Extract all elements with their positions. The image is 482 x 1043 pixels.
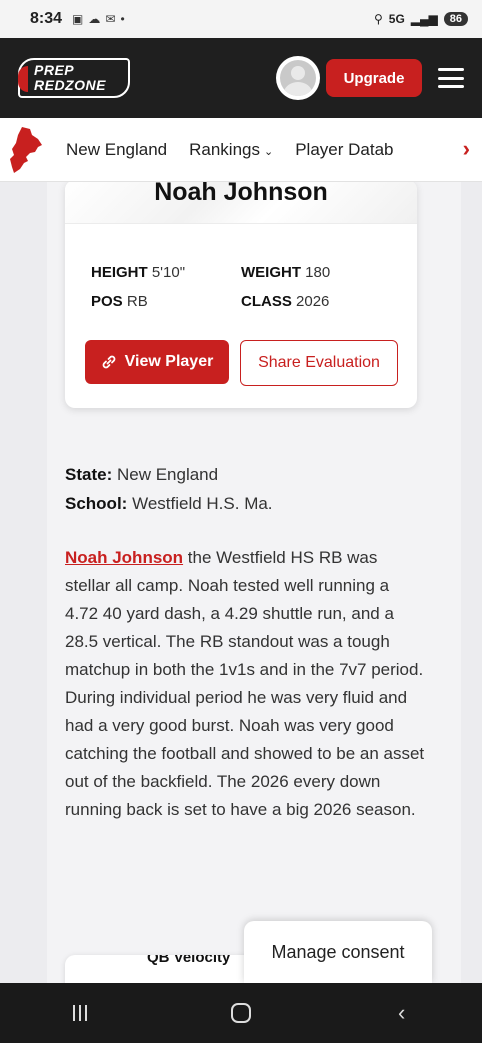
logo-line1: PREP [34,62,75,78]
battery-badge: 86 [443,12,468,26]
player-stats: HEIGHT 5'10" WEIGHT 180 POS RB CLASS 202… [91,264,391,310]
school-value: Westfield H.S. Ma. [132,494,273,513]
main-content: Noah Johnson HEIGHT 5'10" WEIGHT 180 POS… [47,182,461,983]
link-icon [102,355,116,369]
screenshot-icon: ▣ [72,12,84,26]
stat-pos-value: RB [126,293,148,310]
evaluation-article: Noah Johnson the Westfield HS RB was ste… [65,544,425,824]
upgrade-button[interactable]: Upgrade [326,59,422,97]
recents-icon [50,1005,110,1021]
signal-icon: ▂▄▆ [410,12,438,26]
stat-weight-value: 180 [305,264,331,281]
prep-redzone-logo[interactable]: PREP REDZONE [18,58,130,98]
state-value: New England [116,465,219,484]
share-evaluation-button[interactable]: Share Evaluation [240,340,398,386]
nav-item-rankings[interactable]: Rankings ⌄ [189,140,273,160]
stat-height: HEIGHT 5'10" [91,264,241,281]
player-info: State: New England School: Westfield H.S… [65,460,273,518]
recents-button[interactable] [50,1005,110,1021]
home-button[interactable] [211,1003,271,1023]
location-icon: ⚲ [373,12,383,26]
school-label: School: [65,494,128,513]
notification-icons: ▣ ☁ ✉ • [72,12,125,26]
article-body: the Westfield HS RB was stellar all camp… [65,548,425,819]
player-card: Noah Johnson HEIGHT 5'10" WEIGHT 180 POS… [65,182,417,408]
player-card-header: Noah Johnson [65,182,417,224]
chevron-down-icon: ⌄ [264,145,274,158]
stat-class-value: 2026 [296,293,330,310]
view-player-label: View Player [124,353,214,370]
chevron-right-icon[interactable]: › [456,136,470,162]
player-name: Noah Johnson [154,182,328,206]
stat-height-value: 5'10" [151,264,186,281]
stat-pos: POS RB [91,293,241,310]
avatar[interactable] [276,56,320,100]
back-icon: ‹ [397,1000,406,1025]
stat-weight: WEIGHT 180 [241,264,391,281]
new-england-map-icon[interactable] [8,125,46,175]
next-card-title: QB Velocity [147,955,231,966]
state-label: State: [65,465,113,484]
logo-line2: REDZONE [34,77,106,93]
dot-icon: • [120,12,125,26]
stat-class-label: CLASS [241,293,292,310]
manage-consent-button[interactable]: Manage consent [244,921,432,983]
mail-icon: ✉ [105,12,116,26]
stat-class: CLASS 2026 [241,293,391,310]
stat-pos-label: POS [91,293,123,310]
nav-item-player-database[interactable]: Player Datab [295,140,393,160]
stat-weight-label: WEIGHT [241,264,301,281]
back-button[interactable]: ‹ [372,1000,432,1026]
user-icon [280,60,316,96]
system-navigation-bar: ‹ [0,983,482,1043]
view-player-button[interactable]: View Player [85,340,229,384]
stat-height-label: HEIGHT [91,264,148,281]
school-row: School: Westfield H.S. Ma. [65,489,273,518]
network-label: 5G [388,12,405,26]
home-icon [230,1003,251,1023]
status-time: 8:34 [30,10,63,27]
cloud-icon: ☁ [88,12,101,26]
state-row: State: New England [65,460,273,489]
player-name-link[interactable]: Noah Johnson [65,548,183,567]
status-bar: 8:34 ▣ ☁ ✉ • ⚲ 5G ▂▄▆ 86 [0,0,482,38]
hamburger-menu-icon[interactable] [438,68,464,88]
nav-item-rankings-label: Rankings [189,139,260,159]
app-header: PREP REDZONE Upgrade [0,38,482,118]
nav-item-new-england[interactable]: New England [66,140,167,160]
region-nav: New England Rankings ⌄ Player Datab › [0,118,482,182]
